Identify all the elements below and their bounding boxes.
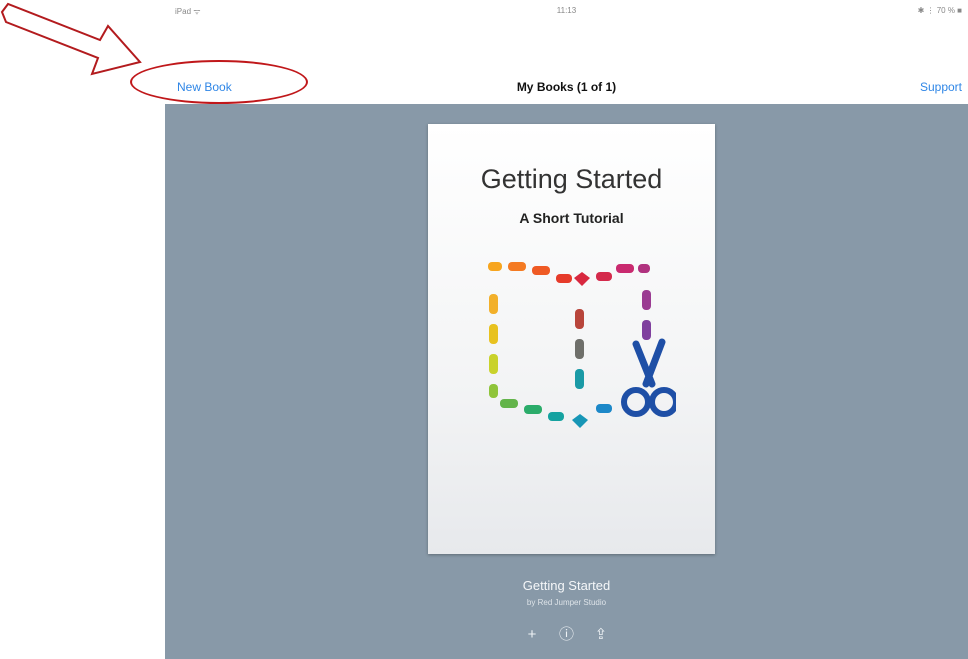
page-title: My Books (1 of 1) (516, 80, 617, 94)
status-battery: ✱ ⋮ 70 % ■ (917, 6, 962, 15)
support-button[interactable]: Support (920, 80, 962, 94)
cover-subtitle: A Short Tutorial (519, 210, 624, 226)
ipad-screen: iPad ᯤ 11:13 ✱ ⋮ 70 % ■ New Book My Book… (165, 0, 968, 659)
navigation-bar: New Book My Books (1 of 1) Support (165, 70, 968, 104)
share-icon[interactable]: ⇪ (586, 625, 616, 643)
status-time: 11:13 (556, 6, 577, 15)
info-icon[interactable]: ⓘ (552, 623, 582, 644)
annotation-arrow-icon (0, 2, 142, 76)
book-cover[interactable]: Getting Started A Short Tutorial (428, 124, 715, 554)
book-actions: + ⓘ ⇪ (165, 623, 968, 644)
book-creator-logo-icon (488, 262, 676, 428)
books-shelf: Getting Started A Short Tutorial Getting… (165, 104, 968, 659)
book-caption-author: by Red Jumper Studio (526, 598, 607, 607)
status-bar: iPad ᯤ 11:13 ✱ ⋮ 70 % ■ (165, 0, 968, 20)
add-icon[interactable]: + (517, 626, 547, 643)
book-caption-title: Getting Started (522, 578, 611, 593)
cover-title: Getting Started (480, 164, 663, 194)
